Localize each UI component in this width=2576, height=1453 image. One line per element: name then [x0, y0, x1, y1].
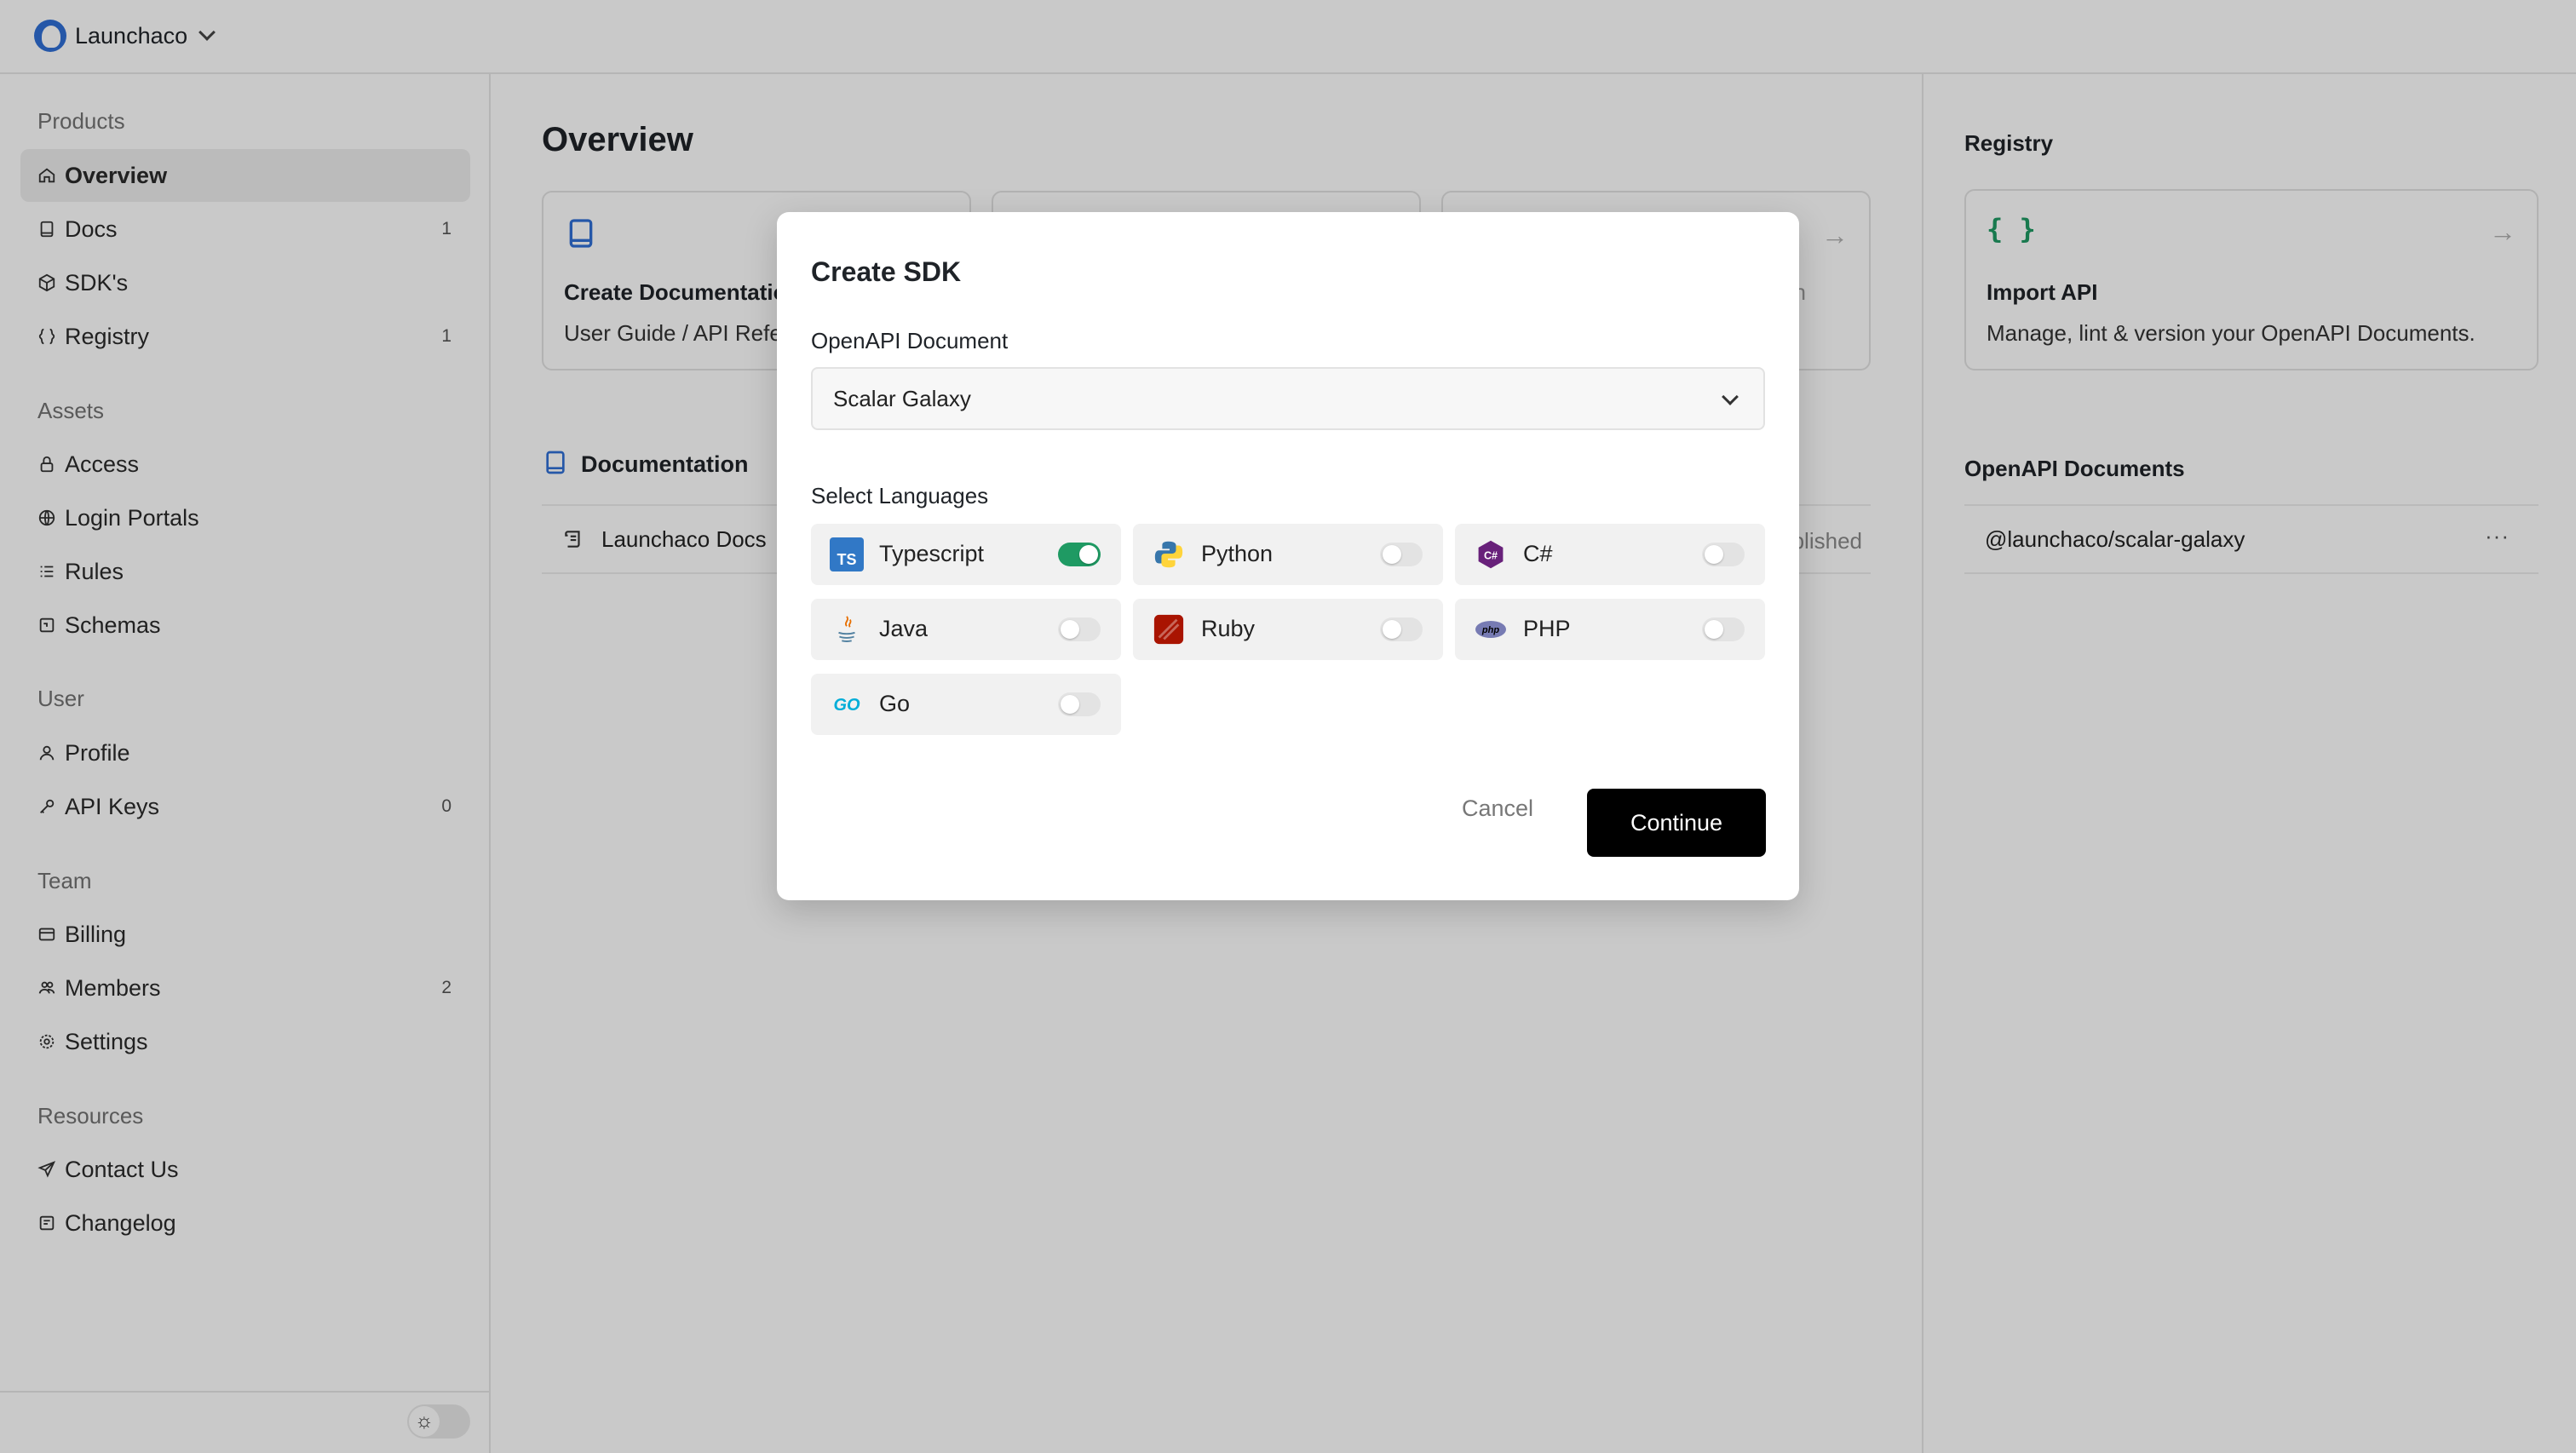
language-name: Python: [1201, 541, 1274, 566]
language-name: PHP: [1523, 616, 1571, 641]
ruby-toggle[interactable]: [1380, 617, 1423, 641]
csharp-toggle[interactable]: [1702, 543, 1745, 566]
cancel-button[interactable]: Cancel: [1446, 787, 1549, 830]
language-option-typescript[interactable]: TS Typescript: [811, 524, 1121, 585]
languages-label: Select Languages: [811, 483, 989, 508]
continue-button[interactable]: Continue: [1587, 789, 1766, 857]
language-name: Ruby: [1201, 616, 1256, 641]
language-option-ruby[interactable]: Ruby: [1133, 599, 1443, 660]
dialog-title: Create SDK: [811, 256, 962, 287]
typescript-toggle[interactable]: [1058, 543, 1101, 566]
language-option-java[interactable]: Java: [811, 599, 1121, 660]
language-name: Go: [879, 691, 911, 716]
language-option-go[interactable]: GO Go: [811, 674, 1121, 735]
openapi-document-select[interactable]: Scalar Galaxy: [811, 367, 1765, 430]
language-name: C#: [1523, 541, 1553, 566]
svg-text:php: php: [1481, 625, 1499, 635]
language-option-csharp[interactable]: C# C#: [1455, 524, 1765, 585]
selected-value: Scalar Galaxy: [833, 385, 971, 411]
ruby-icon: [1152, 612, 1186, 646]
php-toggle[interactable]: [1702, 617, 1745, 641]
svg-text:TS: TS: [837, 551, 856, 568]
php-icon: php: [1474, 612, 1508, 646]
csharp-icon: C#: [1474, 537, 1508, 571]
python-toggle[interactable]: [1380, 543, 1423, 566]
language-name: Typescript: [879, 541, 985, 566]
go-toggle[interactable]: [1058, 692, 1101, 716]
svg-text:GO: GO: [833, 696, 860, 715]
java-icon: [830, 612, 864, 646]
java-toggle[interactable]: [1058, 617, 1101, 641]
typescript-icon: TS: [830, 537, 864, 571]
python-icon: [1152, 537, 1186, 571]
document-label: OpenAPI Document: [811, 328, 1009, 353]
language-option-python[interactable]: Python: [1133, 524, 1443, 585]
language-option-php[interactable]: php PHP: [1455, 599, 1765, 660]
app-window: Launchaco Products Overview Docs 1 SDK's…: [0, 0, 2576, 1453]
language-name: Java: [879, 616, 929, 641]
create-sdk-dialog: Create SDK OpenAPI Document Scalar Galax…: [777, 212, 1799, 900]
svg-text:C#: C#: [1484, 549, 1498, 561]
go-icon: GO: [830, 687, 864, 721]
chevron-down-icon: [1722, 388, 1739, 405]
